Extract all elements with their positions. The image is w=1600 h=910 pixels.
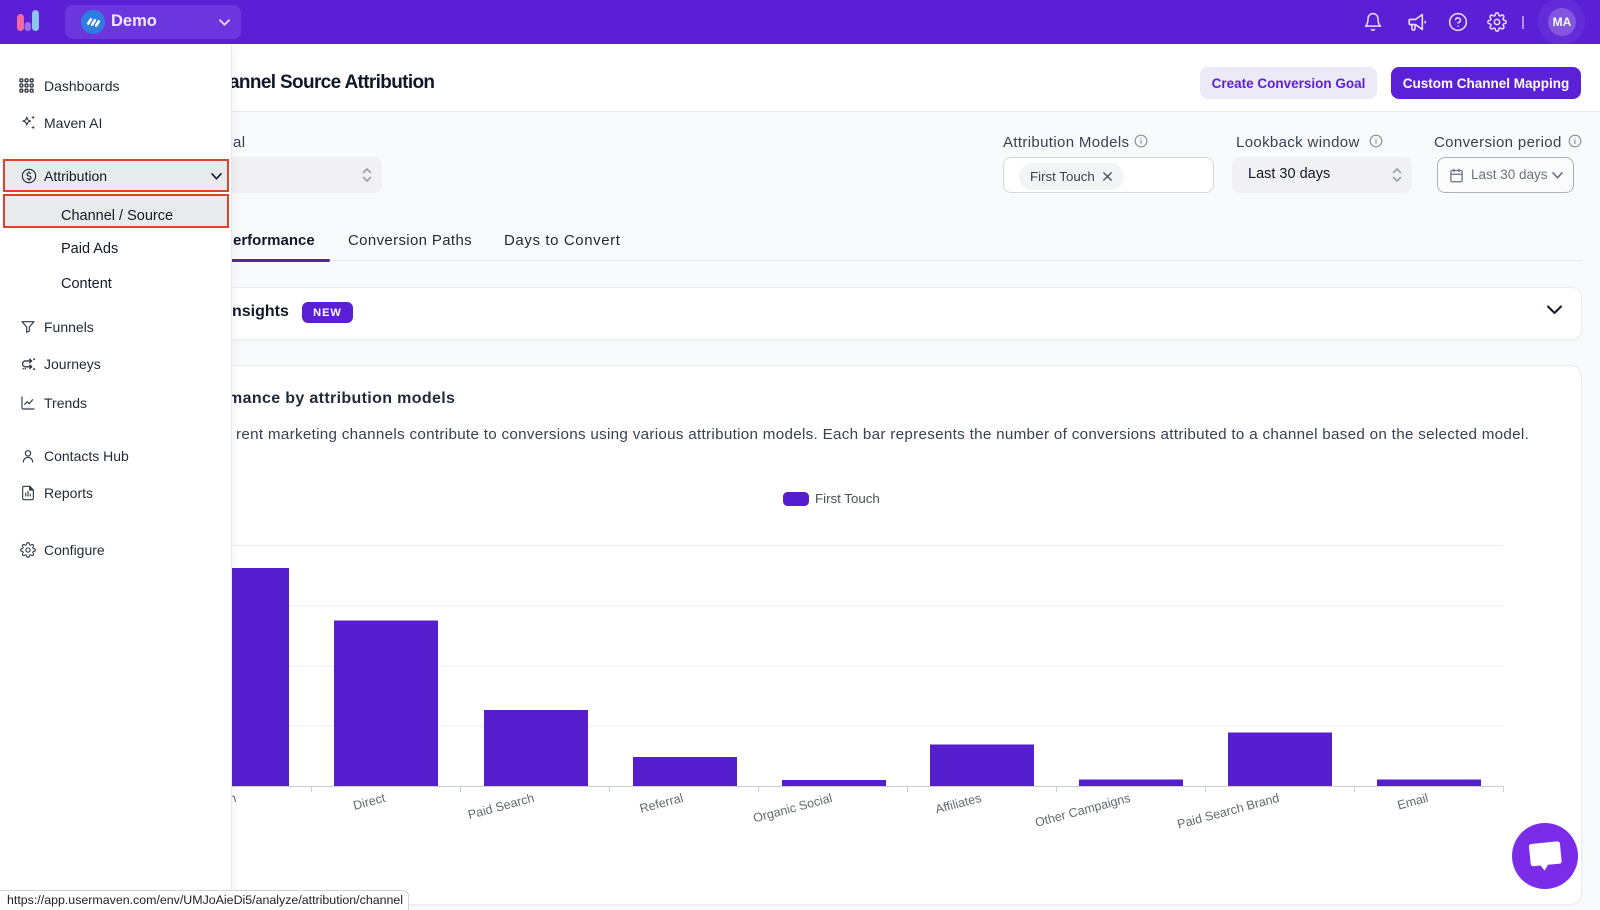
svg-text:Direct: Direct	[352, 791, 388, 813]
svg-text:Other Campaigns: Other Campaigns	[1034, 791, 1132, 830]
svg-text:Email: Email	[1396, 791, 1430, 813]
svg-text:Affiliates: Affiliates	[934, 791, 983, 817]
svg-text:Organic Social: Organic Social	[752, 791, 834, 826]
svg-text:Paid Search Brand: Paid Search Brand	[1176, 791, 1281, 830]
svg-text:Referral: Referral	[638, 791, 685, 816]
svg-text:Paid Search: Paid Search	[466, 791, 535, 822]
